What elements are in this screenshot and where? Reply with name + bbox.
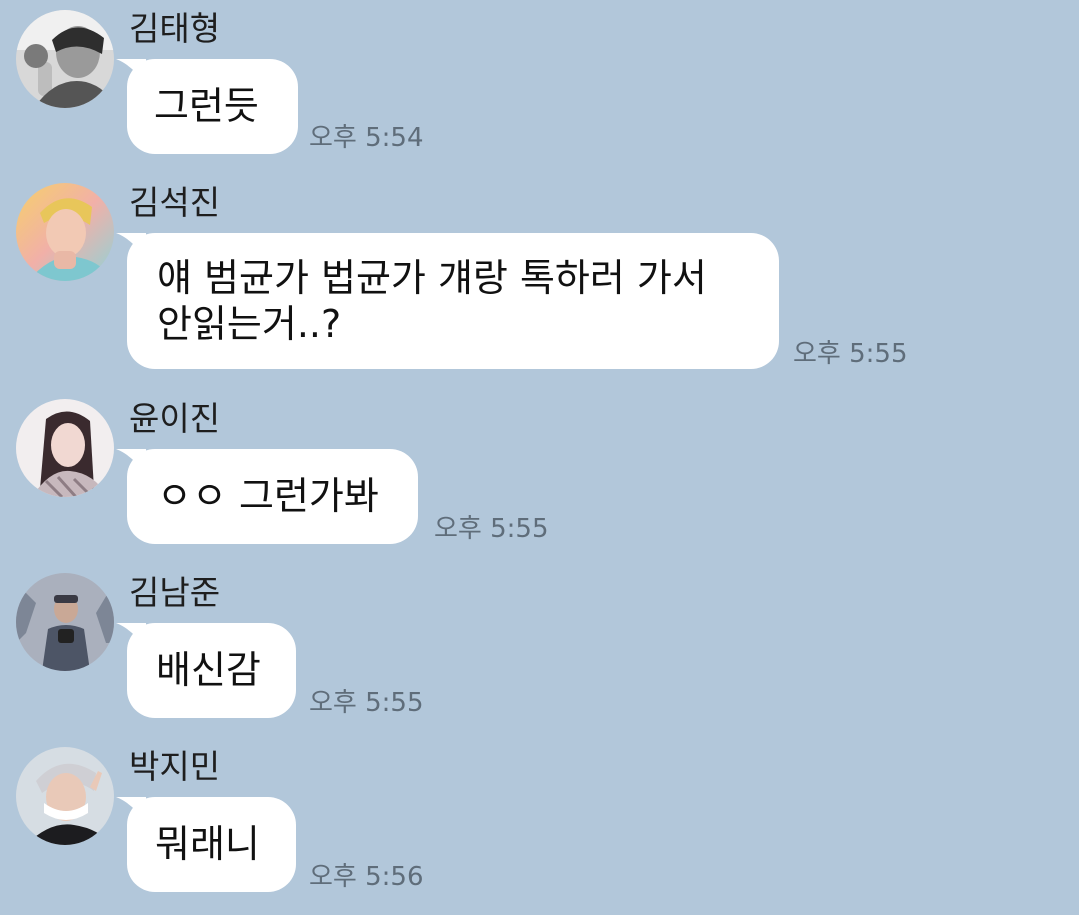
message-time: 오후 5:54 — [309, 123, 424, 153]
message-bubble[interactable]: 얘 범균가 법균가 걔랑 톡하러 가서 안읽는거..? — [116, 233, 779, 369]
message-bubble[interactable]: 뭐래니 — [116, 797, 296, 892]
bubble-tail — [116, 623, 146, 649]
sender-name: 김태형 — [129, 9, 221, 48]
sender-name: 김석진 — [129, 183, 221, 222]
profile-avatar[interactable] — [16, 183, 114, 281]
message-time: 오후 5:55 — [434, 514, 549, 544]
message-text: 배신감 — [156, 648, 261, 692]
sender-name: 윤이진 — [129, 399, 221, 438]
message-bubble[interactable]: 배신감 — [116, 623, 296, 718]
message-text: 뭐래니 — [155, 822, 260, 866]
message-text: ㅇㅇ 그런가봐 — [157, 474, 379, 518]
bubble-tail — [116, 59, 146, 85]
bubble-tail — [116, 233, 146, 259]
sender-name: 박지민 — [129, 747, 221, 786]
profile-avatar[interactable] — [16, 399, 114, 497]
bubble-tail — [116, 797, 146, 823]
bubble-tail — [116, 449, 146, 475]
message-bubble[interactable]: ㅇㅇ 그런가봐 — [116, 449, 418, 544]
message-time: 오후 5:55 — [309, 688, 424, 718]
sender-name: 김남준 — [129, 573, 221, 612]
message-time: 오후 5:56 — [309, 862, 424, 892]
message-text: 그런듯 — [154, 84, 259, 128]
chat-room[interactable]: 김태형 그런듯 오후 5:54 김석진 얘 범균가 법균가 걔랑 톡하러 가서 … — [0, 0, 1079, 915]
message-bubble[interactable]: 그런듯 — [116, 59, 298, 154]
profile-avatar[interactable] — [16, 573, 114, 671]
message-text: 얘 범균가 법균가 걔랑 톡하러 가서 안읽는거..? — [157, 256, 707, 346]
profile-avatar[interactable] — [16, 747, 114, 845]
profile-avatar[interactable] — [16, 10, 114, 108]
message-time: 오후 5:55 — [793, 339, 908, 369]
